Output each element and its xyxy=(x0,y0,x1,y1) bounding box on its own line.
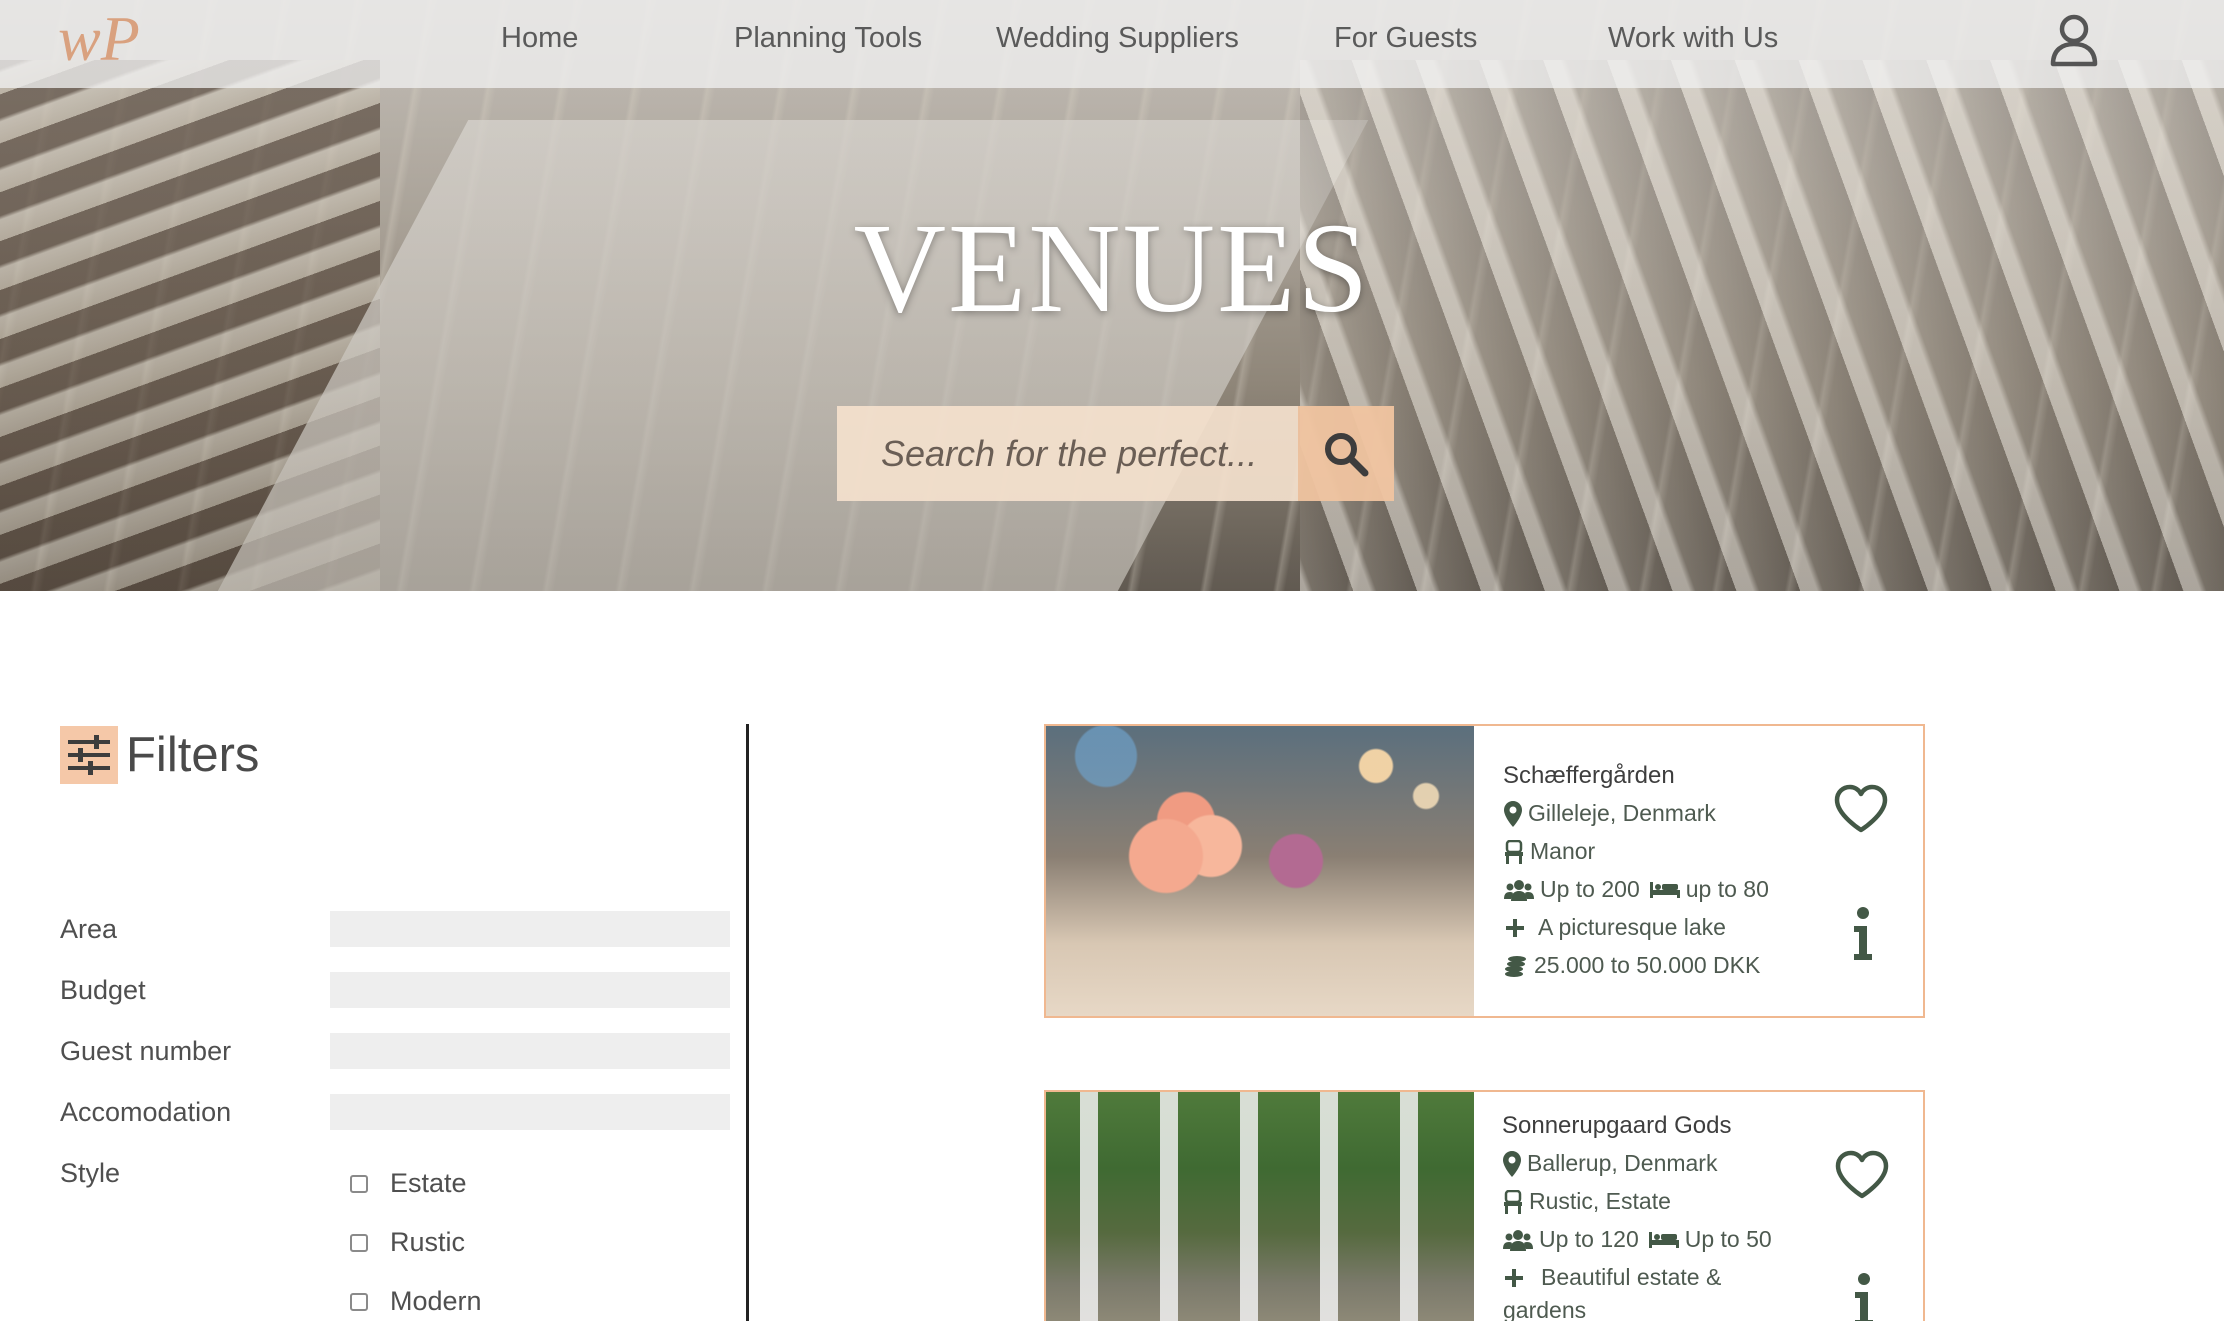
plus-icon xyxy=(1505,1268,1523,1287)
filter-label-style: Style xyxy=(60,1158,121,1188)
favorite-button[interactable] xyxy=(1834,1150,1890,1200)
rustic-checkbox[interactable] xyxy=(350,1233,368,1252)
filter-area-select[interactable] xyxy=(330,911,730,947)
bed-icon xyxy=(1648,1231,1679,1248)
filter-label-accomodation: Accomodation xyxy=(60,1097,232,1127)
nav-home[interactable]: Home xyxy=(501,22,578,55)
style-option-modern[interactable]: Modern xyxy=(350,1286,482,1317)
venue-photo[interactable] xyxy=(1046,726,1474,1016)
filter-label-budget: Budget xyxy=(60,975,146,1005)
search-icon xyxy=(1325,432,1369,476)
sliders-icon[interactable] xyxy=(60,726,118,784)
plus-icon xyxy=(1506,918,1524,937)
venue-location: Gilleleje, Denmark xyxy=(1504,800,1716,827)
filters-header: Filters xyxy=(60,726,259,784)
venue-capacity: Up to 120 Up to 50 xyxy=(1503,1226,1772,1253)
user-icon xyxy=(2050,14,2098,67)
chair-icon xyxy=(1505,839,1523,864)
estate-checkbox[interactable] xyxy=(350,1174,368,1193)
chair-icon xyxy=(1504,1189,1522,1214)
venue-type: Rustic, Estate xyxy=(1503,1188,1671,1215)
search-button[interactable] xyxy=(1298,406,1394,501)
users-icon xyxy=(1504,879,1534,901)
venue-card[interactable]: Schæffergården Gilleleje, Denmark Manor … xyxy=(1044,724,1925,1018)
nav-work-with-us[interactable]: Work with Us xyxy=(1608,22,1778,55)
map-pin-icon xyxy=(1504,800,1522,827)
info-button[interactable] xyxy=(1849,1272,1879,1321)
venue-feature: Beautiful estate & xyxy=(1503,1264,1721,1291)
venue-feature-cont: gardens xyxy=(1503,1297,1587,1321)
venue-photo[interactable] xyxy=(1046,1092,1474,1321)
search-bar xyxy=(837,406,1394,501)
nav-planning-tools[interactable]: Planning Tools xyxy=(734,22,922,55)
map-pin-icon xyxy=(1503,1150,1521,1177)
filter-budget-select[interactable] xyxy=(330,972,730,1008)
filter-guest-number-select[interactable] xyxy=(330,1033,730,1069)
modern-checkbox[interactable] xyxy=(350,1292,368,1311)
top-navbar: wP Home Planning Tools Wedding Suppliers… xyxy=(0,0,2224,88)
filter-accomodation-select[interactable] xyxy=(330,1094,730,1130)
venue-capacity: Up to 200 up to 80 xyxy=(1504,876,1769,903)
style-option-estate[interactable]: Estate xyxy=(350,1168,467,1199)
coins-icon xyxy=(1505,955,1526,977)
info-icon xyxy=(1854,907,1872,960)
heart-icon xyxy=(1834,784,1888,833)
search-input[interactable] xyxy=(837,406,1298,501)
site-logo[interactable]: wP xyxy=(58,4,140,80)
venue-name[interactable]: Sonnerupgaard Gods xyxy=(1502,1112,1732,1140)
venue-card[interactable]: Sonnerupgaard Gods Ballerup, Denmark Rus… xyxy=(1044,1090,1925,1321)
filter-label-area: Area xyxy=(60,914,118,944)
favorite-button[interactable] xyxy=(1833,784,1889,834)
venue-feature: A picturesque lake xyxy=(1504,914,1726,941)
filters-divider xyxy=(746,724,749,1321)
user-account-button[interactable] xyxy=(2048,12,2100,68)
venue-location: Ballerup, Denmark xyxy=(1503,1150,1717,1177)
users-icon xyxy=(1503,1229,1533,1251)
info-icon xyxy=(1855,1273,1873,1321)
heart-icon xyxy=(1835,1150,1889,1199)
venue-type: Manor xyxy=(1504,838,1595,865)
bed-icon xyxy=(1649,881,1680,898)
page-title: VENUES xyxy=(853,197,1371,339)
nav-for-guests[interactable]: For Guests xyxy=(1334,22,1477,55)
filter-label-guest-number: Guest number xyxy=(60,1036,232,1066)
style-option-rustic[interactable]: Rustic xyxy=(350,1227,465,1258)
filters-title: Filters xyxy=(126,728,260,782)
venue-price: 25.000 to 50.000 DKK xyxy=(1504,952,1760,979)
nav-wedding-suppliers[interactable]: Wedding Suppliers xyxy=(996,22,1239,55)
info-button[interactable] xyxy=(1848,906,1878,962)
venue-name[interactable]: Schæffergården xyxy=(1503,762,1675,790)
